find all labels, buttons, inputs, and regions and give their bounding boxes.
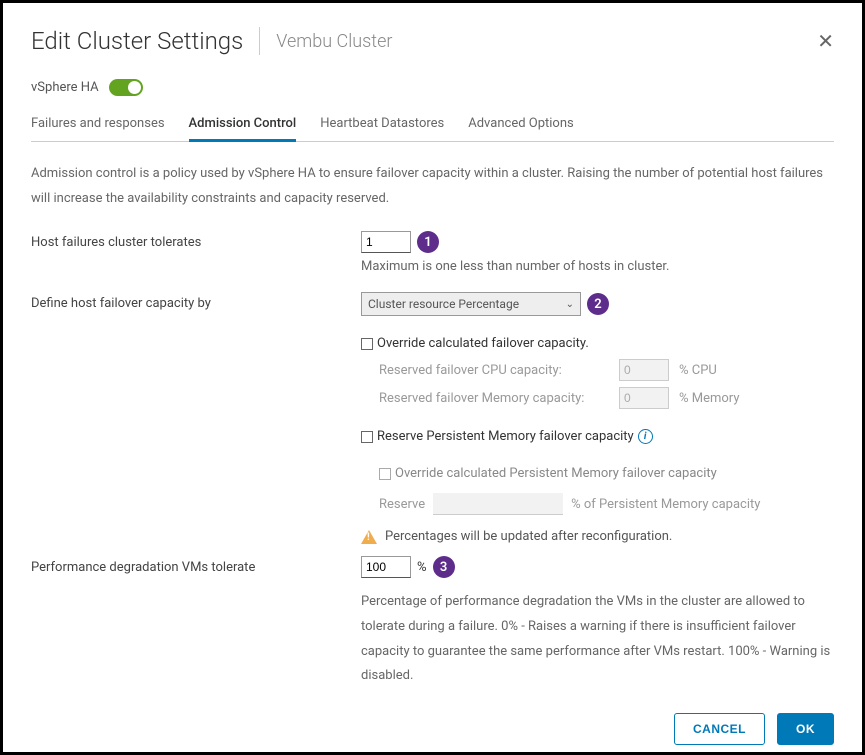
tab-heartbeat-datastores[interactable]: Heartbeat Datastores — [320, 116, 444, 141]
info-icon[interactable]: i — [638, 429, 653, 444]
reserved-memory-row: Reserved failover Memory capacity: % Mem… — [379, 387, 834, 409]
performance-unit: % — [417, 560, 427, 575]
cancel-button[interactable]: CANCEL — [674, 713, 765, 745]
override-failover-label: Override calculated failover capacity. — [377, 336, 589, 351]
vsphere-ha-row: vSphere HA — [31, 79, 834, 96]
reserved-memory-input — [619, 387, 669, 409]
dialog-title: Edit Cluster Settings — [31, 27, 243, 55]
reserve-pct-row: Reserve % of Persistent Memory capacity — [379, 493, 834, 515]
cluster-name: Vembu Cluster — [276, 31, 392, 52]
reserve-pmem-checkbox[interactable] — [361, 431, 373, 443]
reserved-cpu-label: Reserved failover CPU capacity: — [379, 363, 609, 378]
close-icon[interactable]: ✕ — [817, 31, 834, 51]
warning-row: Percentages will be updated after reconf… — [361, 529, 834, 544]
admission-control-description: Admission control is a policy used by vS… — [31, 162, 834, 211]
performance-input[interactable] — [361, 556, 411, 578]
override-pmem-label: Override calculated Persistent Memory fa… — [395, 466, 717, 481]
divider — [259, 27, 260, 55]
reserved-memory-label: Reserved failover Memory capacity: — [379, 391, 609, 406]
reserved-memory-suffix: % Memory — [679, 391, 739, 406]
ok-button[interactable]: OK — [777, 713, 834, 745]
override-failover-checkbox[interactable] — [361, 338, 373, 350]
dialog-footer: CANCEL OK — [31, 695, 834, 745]
annotation-badge-3: 3 — [433, 556, 455, 578]
vsphere-ha-toggle[interactable] — [109, 79, 143, 96]
reserve-pct-input — [433, 493, 563, 515]
failover-capacity-row: Define host failover capacity by Cluster… — [31, 292, 834, 550]
failover-capacity-select[interactable]: Cluster resource Percentage ⌄ — [361, 292, 581, 316]
override-pmem-row: Override calculated Persistent Memory fa… — [379, 466, 834, 481]
host-failures-input[interactable] — [361, 231, 411, 253]
host-failures-row: Host failures cluster tolerates 1 Maximu… — [31, 231, 834, 286]
performance-description: Percentage of performance degradation th… — [361, 590, 834, 689]
warning-text: Percentages will be updated after reconf… — [385, 529, 672, 544]
performance-row: Performance degradation VMs tolerate % 3… — [31, 556, 834, 689]
tab-admission-control[interactable]: Admission Control — [189, 116, 297, 141]
dialog-edit-cluster-settings: Edit Cluster Settings Vembu Cluster ✕ vS… — [3, 3, 862, 752]
tab-failures-responses[interactable]: Failures and responses — [31, 116, 165, 141]
chevron-down-icon: ⌄ — [566, 299, 574, 310]
reserved-cpu-row: Reserved failover CPU capacity: % CPU — [379, 359, 834, 381]
reserve-suffix: % of Persistent Memory capacity — [571, 497, 760, 512]
tab-bar: Failures and responses Admission Control… — [31, 116, 834, 142]
warning-icon — [361, 530, 377, 544]
performance-label: Performance degradation VMs tolerate — [31, 556, 361, 689]
reserve-label: Reserve — [379, 497, 425, 512]
form-section: Host failures cluster tolerates 1 Maximu… — [31, 231, 834, 695]
reserve-pmem-row: Reserve Persistent Memory failover capac… — [361, 429, 834, 444]
failover-capacity-label: Define host failover capacity by — [31, 292, 361, 550]
vsphere-ha-label: vSphere HA — [31, 80, 99, 95]
tab-advanced-options[interactable]: Advanced Options — [468, 116, 573, 141]
annotation-badge-2: 2 — [587, 293, 609, 315]
annotation-badge-1: 1 — [417, 231, 439, 253]
override-pmem-checkbox — [379, 468, 391, 480]
override-failover-row: Override calculated failover capacity. — [361, 336, 834, 351]
failover-capacity-selected: Cluster resource Percentage — [368, 297, 519, 311]
dialog-header: Edit Cluster Settings Vembu Cluster ✕ — [31, 27, 834, 55]
host-failures-hint: Maximum is one less than number of hosts… — [361, 259, 834, 274]
reserved-cpu-input — [619, 359, 669, 381]
reserve-pmem-label: Reserve Persistent Memory failover capac… — [377, 429, 634, 444]
reserved-cpu-suffix: % CPU — [679, 363, 717, 378]
host-failures-label: Host failures cluster tolerates — [31, 231, 361, 286]
